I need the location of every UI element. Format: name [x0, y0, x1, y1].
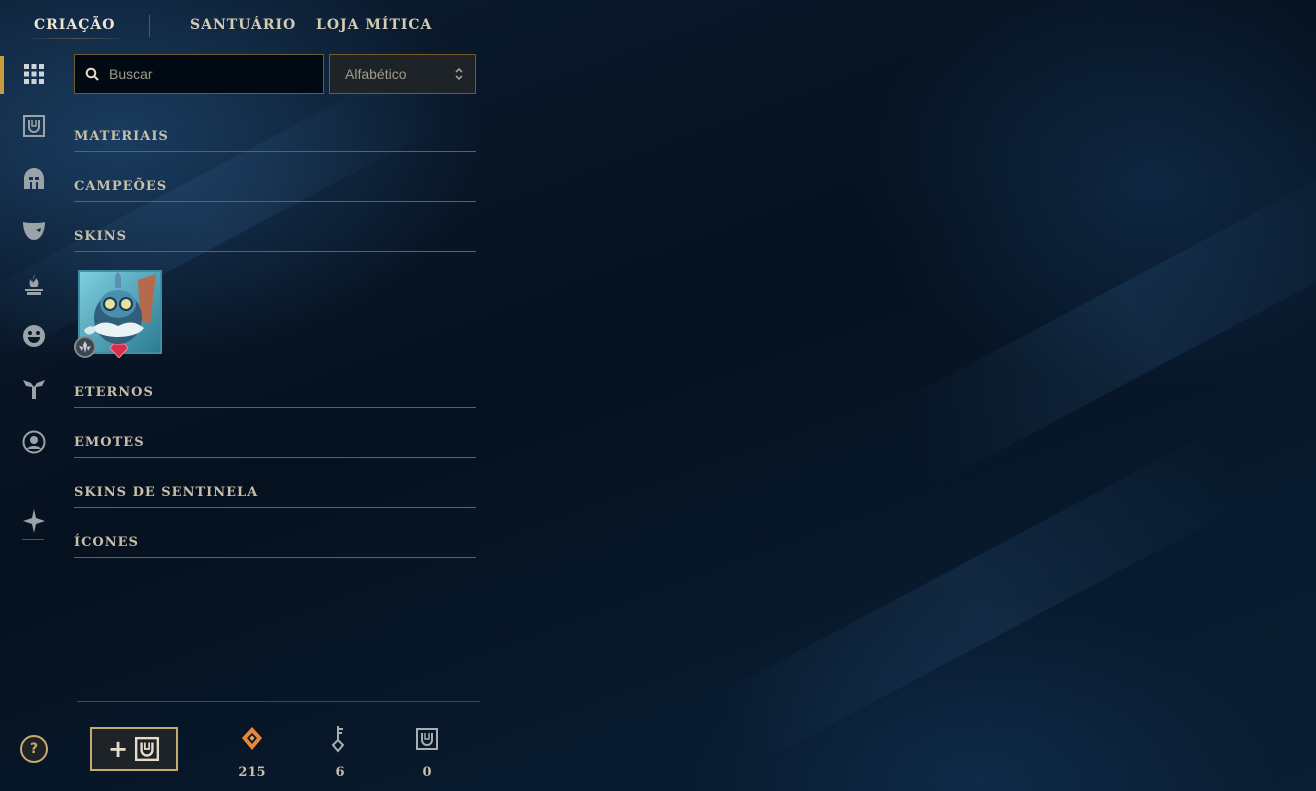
help-button[interactable]: ?: [20, 735, 48, 763]
category-eternos[interactable]: ETERNOS: [74, 385, 476, 415]
active-tab-underline: [32, 38, 120, 39]
chest-value: 0: [422, 765, 432, 780]
category-label: ÍCONES: [74, 535, 139, 550]
category-divider: [74, 407, 476, 408]
footer-divider: [77, 701, 480, 702]
add-chest-button[interactable]: +: [90, 727, 178, 771]
category-label: MATERIAIS: [74, 129, 169, 144]
category-icones[interactable]: ÍCONES: [74, 535, 476, 565]
grid-icon[interactable]: [17, 57, 51, 91]
category-divider: [74, 201, 476, 202]
side-rail: [0, 52, 68, 782]
rail-active-indicator: [0, 56, 4, 94]
tab-criacao[interactable]: CRIAÇÃO: [34, 17, 115, 33]
category-label: EMOTES: [74, 435, 145, 450]
sort-dropdown[interactable]: Alfabético: [329, 54, 476, 94]
profile-icon[interactable]: [17, 425, 51, 459]
helmet-icon[interactable]: [17, 162, 51, 196]
category-skins-de-sentinela[interactable]: SKINS DE SENTINELA: [74, 485, 476, 515]
chest-icon[interactable]: [17, 109, 51, 143]
category-divider: [74, 557, 476, 558]
ward-icon[interactable]: [17, 372, 51, 406]
flame-icon[interactable]: [17, 267, 51, 301]
category-label: SKINS DE SENTINELA: [74, 485, 259, 500]
chest-counter: 0: [407, 724, 447, 780]
category-divider: [74, 151, 476, 152]
plus-label: +: [107, 735, 129, 763]
rail-separator: [22, 539, 44, 540]
shard-badge-icon: [74, 336, 96, 358]
search-input[interactable]: [109, 66, 309, 82]
top-nav: CRIAÇÃO SANTUÁRIO LOJA MÍTICA: [0, 0, 1316, 46]
orange-essence-icon: [232, 724, 272, 754]
tab-loja-mitica[interactable]: LOJA MÍTICA: [316, 17, 432, 33]
category-divider: [74, 457, 476, 458]
sentinel-icon[interactable]: [17, 504, 51, 538]
chest-icon: [135, 736, 160, 762]
category-campeoes[interactable]: CAMPEÕES: [74, 179, 476, 209]
smiley-icon[interactable]: [17, 319, 51, 353]
category-emotes[interactable]: EMOTES: [74, 435, 476, 465]
category-skins[interactable]: SKINS: [74, 229, 476, 259]
category-label: SKINS: [74, 229, 128, 244]
mask-icon[interactable]: [17, 214, 51, 248]
orange-essence-value: 215: [238, 765, 266, 780]
category-label: ETERNOS: [74, 385, 154, 400]
gem-icon: [109, 343, 129, 363]
key-icon: [320, 724, 360, 754]
orange-essence-counter: 215: [232, 724, 272, 780]
tab-santuario[interactable]: SANTUÁRIO: [190, 17, 296, 33]
search-icon: [85, 67, 99, 81]
nav-divider: [149, 15, 150, 37]
category-divider: [74, 507, 476, 508]
category-materiais[interactable]: MATERIAIS: [74, 129, 476, 159]
category-divider: [74, 251, 476, 252]
key-value: 6: [335, 765, 345, 780]
chevron-updown-icon: [455, 67, 463, 81]
search-box[interactable]: [74, 54, 324, 94]
key-counter: 6: [320, 724, 360, 780]
sort-selected-value: Alfabético: [345, 66, 407, 82]
chest-icon: [407, 724, 447, 754]
category-label: CAMPEÕES: [74, 179, 168, 194]
skin-shard-tile[interactable]: [74, 270, 162, 359]
